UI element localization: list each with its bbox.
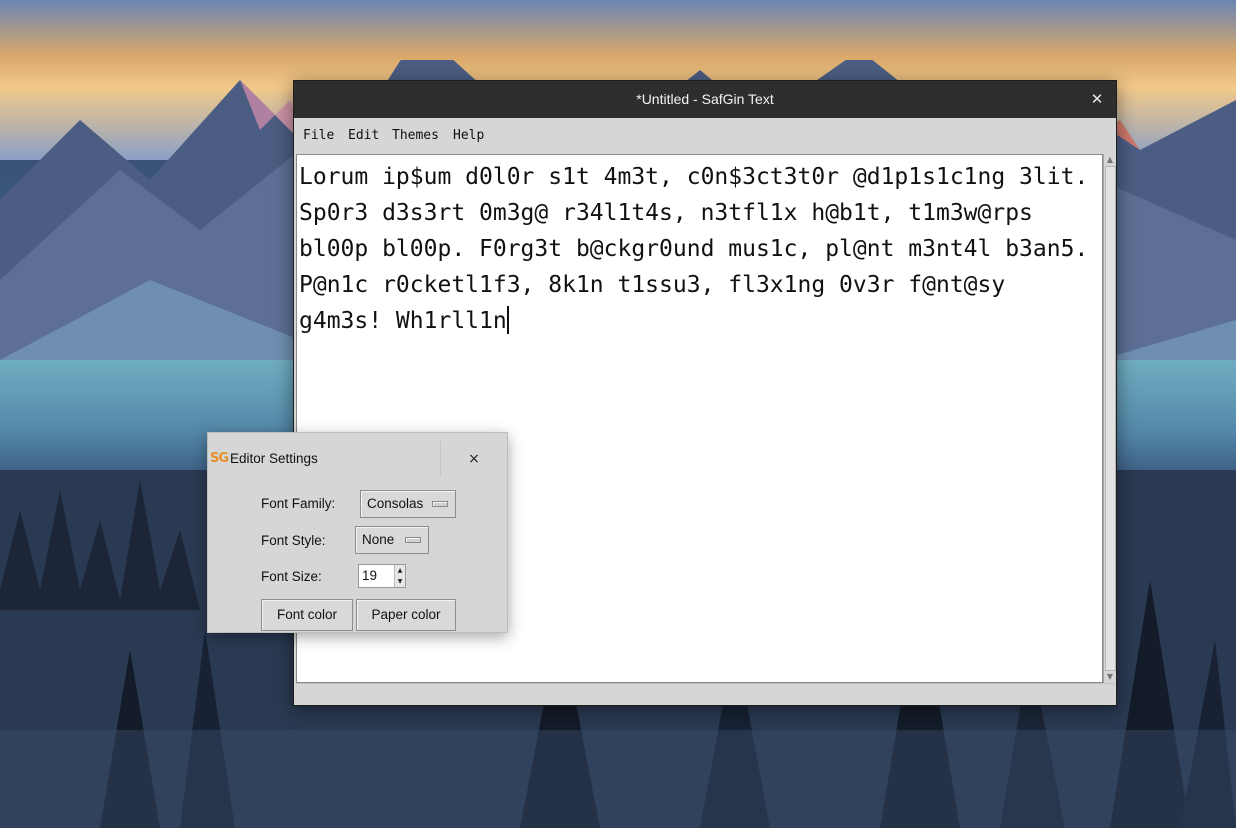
scrollbar-thumb[interactable] xyxy=(1105,166,1116,671)
font-size-value[interactable]: 19 xyxy=(362,568,377,583)
font-style-value: None xyxy=(362,532,395,547)
dialog-close-icon[interactable]: × xyxy=(440,441,507,477)
option-menu-indicator-icon xyxy=(405,537,421,543)
font-family-select[interactable]: Consolas xyxy=(360,490,456,518)
menu-help[interactable]: Help xyxy=(453,128,484,143)
title-bar[interactable]: *Untitled - SafGin Text ✕ xyxy=(294,81,1116,118)
menu-edit[interactable]: Edit xyxy=(348,128,379,143)
font-size-label: Font Size: xyxy=(261,569,322,584)
menu-file[interactable]: File xyxy=(303,128,334,143)
paper-color-button[interactable]: Paper color xyxy=(356,599,456,631)
editor-settings-dialog: SG Editor Settings × Font Family: Consol… xyxy=(207,432,508,633)
app-logo-icon: SG xyxy=(210,451,229,466)
vertical-scrollbar[interactable]: ▲ ▼ xyxy=(1103,154,1116,683)
status-strip xyxy=(296,683,1115,704)
font-size-spinbox[interactable]: 19 ▲ ▼ xyxy=(358,564,406,588)
spin-arrows-icon[interactable]: ▲ ▼ xyxy=(394,565,405,587)
close-icon[interactable]: ✕ xyxy=(1088,90,1106,108)
font-family-label: Font Family: xyxy=(261,496,336,511)
option-menu-indicator-icon xyxy=(432,501,448,507)
dialog-title: Editor Settings xyxy=(230,451,318,466)
scroll-up-icon[interactable]: ▲ xyxy=(1105,155,1115,165)
editor-content: Lorum ip$um d0l0r s1t 4m3t, c0n$3ct3t0r … xyxy=(299,164,1103,334)
font-family-value: Consolas xyxy=(367,496,424,511)
scroll-down-icon[interactable]: ▼ xyxy=(1105,672,1115,682)
font-color-button[interactable]: Font color xyxy=(261,599,353,631)
menu-bar: File Edit Themes Help xyxy=(294,118,1116,152)
window-title: *Untitled - SafGin Text xyxy=(636,91,774,107)
text-cursor xyxy=(506,306,509,334)
dialog-title-bar[interactable]: SG Editor Settings × xyxy=(208,433,507,477)
editor-text-area[interactable]: Lorum ip$um d0l0r s1t 4m3t, c0n$3ct3t0r … xyxy=(299,159,1099,339)
font-style-select[interactable]: None xyxy=(355,526,429,554)
font-style-label: Font Style: xyxy=(261,533,326,548)
menu-themes[interactable]: Themes xyxy=(392,128,439,143)
